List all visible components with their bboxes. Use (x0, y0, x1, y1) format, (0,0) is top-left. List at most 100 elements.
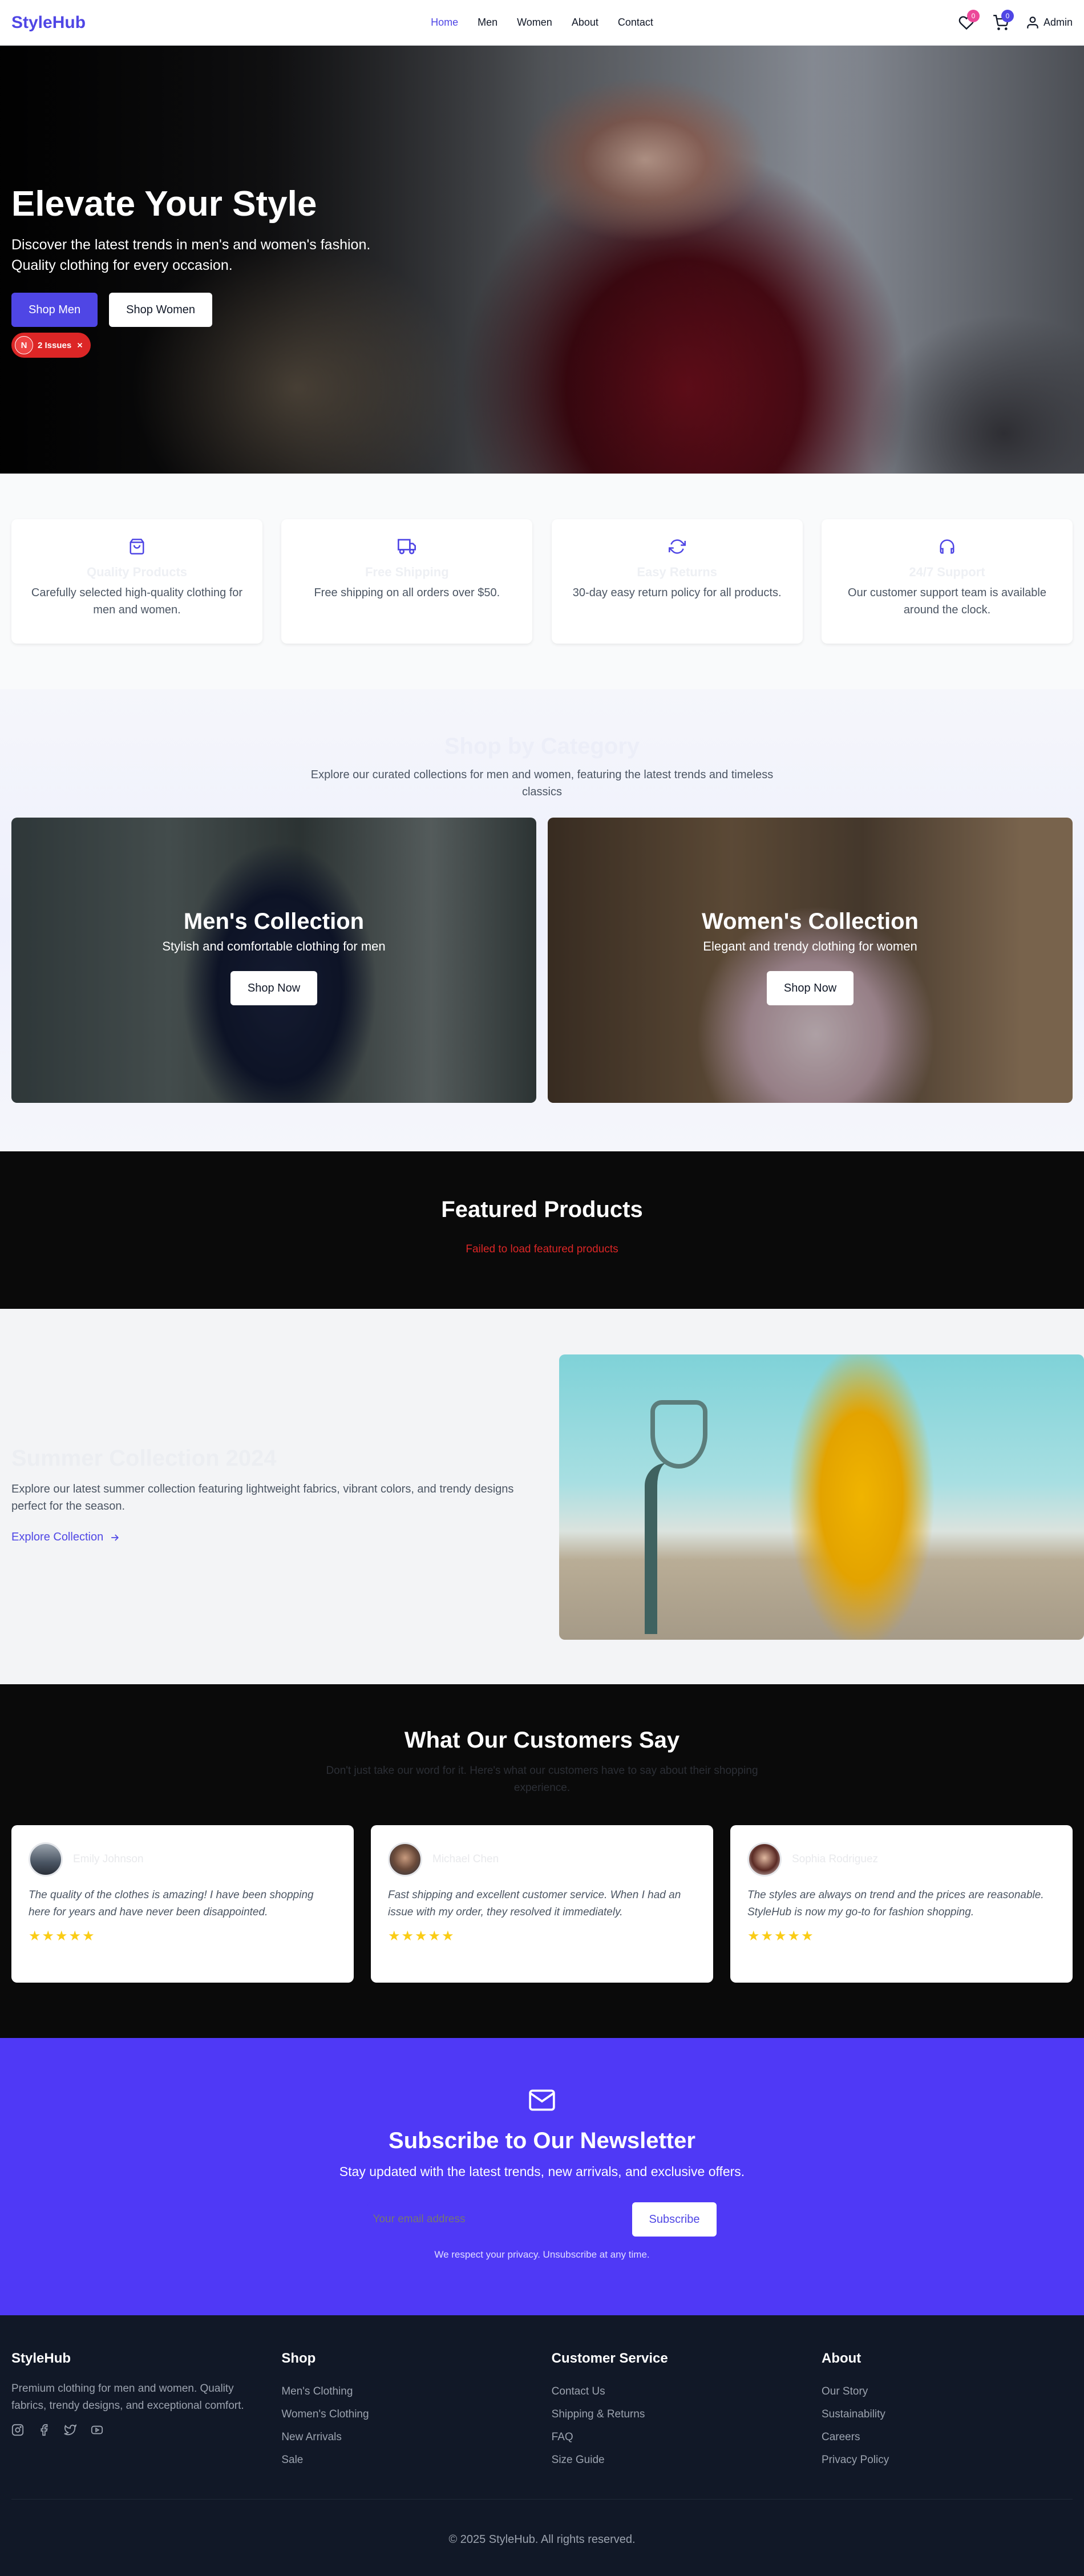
section-title: What Our Customers Say (404, 1728, 680, 1753)
close-icon[interactable] (76, 341, 84, 349)
footer-brand-desc: Premium clothing for men and women. Qual… (11, 2383, 244, 2412)
nav-link-women[interactable]: Women (517, 17, 552, 29)
shop-by-category-section: Shop by Category Explore our curated col… (0, 689, 1084, 1151)
cart-button[interactable]: 0 (991, 9, 1014, 33)
facebook-icon[interactable] (38, 2424, 50, 2436)
top-navbar: StyleHub Home Men Women About Contact 0 … (0, 0, 1084, 46)
testimonials-section: What Our Customers Say Don't just take o… (0, 1684, 1084, 2038)
feature-title: Quality Products (86, 565, 188, 579)
feature-desc: 30-day easy return policy for all produc… (572, 587, 782, 599)
footer-link-mens-clothing[interactable]: Men's Clothing (281, 2380, 532, 2403)
user-icon (1027, 16, 1038, 29)
explore-collection-link[interactable]: Explore Collection (11, 1531, 525, 1544)
cart-count-badge: 0 (1001, 9, 1014, 22)
nav-link-home[interactable]: Home (431, 17, 458, 29)
hero-subtitle-line-1: Discover the latest trends in men's and … (11, 237, 371, 253)
newsletter-title: Subscribe to Our Newsletter (389, 2128, 695, 2153)
hero-banner: Elevate Your Style Discover the latest t… (0, 46, 1084, 474)
testimonial-cards: Emily Johnson The quality of the clothes… (11, 1825, 1073, 1983)
section-desc: Explore our latest summer collection fea… (11, 1483, 514, 1513)
customer-name: Emily Johnson (73, 1853, 144, 1865)
footer-link-shipping-returns[interactable]: Shipping & Returns (552, 2403, 803, 2426)
footer-shop-column: Shop Men's Clothing Women's Clothing New… (281, 2351, 532, 2472)
nav-link-men[interactable]: Men (478, 17, 497, 29)
site-footer: StyleHub Premium clothing for men and wo… (0, 2315, 1084, 2576)
testimonial-quote: Fast shipping and excellent customer ser… (388, 1889, 681, 1918)
shop-now-women-button[interactable]: Shop Now (766, 971, 854, 1005)
feature-desc: Free shipping on all orders over $50. (314, 587, 500, 599)
section-subtitle: Explore our curated collections for men … (310, 769, 774, 798)
testimonial-card: Sophia Rodriguez The styles are always o… (730, 1825, 1073, 1983)
footer-link-privacy-policy[interactable]: Privacy Policy (822, 2449, 1073, 2472)
testimonial-quote: The quality of the clothes is amazing! I… (29, 1889, 314, 1918)
category-cards: Men's Collection Stylish and comfortable… (11, 818, 1073, 1103)
email-input[interactable] (367, 2202, 624, 2237)
nav-actions: 0 0 Admin (957, 9, 1073, 33)
issues-avatar: N (15, 336, 33, 354)
shop-women-button[interactable]: Shop Women (109, 293, 212, 327)
section-subtitle: Don't just take our word for it. Here's … (326, 1765, 758, 1794)
featured-products-section: Featured Products Failed to load feature… (0, 1151, 1084, 1309)
shop-men-button[interactable]: Shop Men (11, 293, 98, 327)
user-menu[interactable]: Admin (1025, 15, 1073, 30)
hero-buttons: Shop Men Shop Women (11, 293, 411, 327)
footer-link-new-arrivals[interactable]: New Arrivals (281, 2426, 532, 2449)
section-title: Summer Collection 2024 (11, 1446, 277, 1471)
hero-title: Elevate Your Style (11, 184, 317, 224)
footer-divider (11, 2499, 1073, 2500)
footer-link-size-guide[interactable]: Size Guide (552, 2449, 803, 2472)
wishlist-button[interactable]: 0 (957, 9, 980, 33)
subscribe-button[interactable]: Subscribe (632, 2202, 717, 2237)
footer-link-our-story[interactable]: Our Story (822, 2380, 1073, 2403)
avatar (29, 1842, 63, 1877)
privacy-note: We respect your privacy. Unsubscribe at … (434, 2249, 650, 2260)
star-rating: ★★★★★ (29, 1928, 96, 1944)
footer-link-contact-us[interactable]: Contact Us (552, 2380, 803, 2403)
footer-link-sale[interactable]: Sale (281, 2449, 532, 2472)
collection-desc: Stylish and comfortable clothing for men (162, 939, 386, 953)
footer-about-column: About Our Story Sustainability Careers P… (822, 2351, 1073, 2472)
refresh-icon (668, 539, 686, 554)
social-links (11, 2424, 262, 2436)
avatar (747, 1842, 782, 1877)
footer-link-faq[interactable]: FAQ (552, 2426, 803, 2449)
youtube-icon[interactable] (90, 2424, 104, 2436)
customer-name: Michael Chen (432, 1853, 499, 1865)
nav-link-contact[interactable]: Contact (618, 17, 653, 29)
section-title: Featured Products (441, 1197, 643, 1222)
explore-collection-label: Explore Collection (11, 1531, 104, 1543)
newsletter-form: Subscribe (0, 2202, 1084, 2237)
footer-column-title: Customer Service (551, 2351, 668, 2366)
hero-subtitle-line-2: Quality clothing for every occasion. (11, 257, 233, 273)
nav-link-about[interactable]: About (572, 17, 598, 29)
hero-content: Elevate Your Style Discover the latest t… (11, 184, 411, 358)
site-logo[interactable]: StyleHub (11, 13, 86, 33)
testimonial-quote: The styles are always on trend and the p… (747, 1889, 1044, 1918)
section-title: Shop by Category (444, 734, 640, 759)
womens-collection-card[interactable]: Women's Collection Elegant and trendy cl… (548, 818, 1073, 1103)
testimonial-card: Emily Johnson The quality of the clothes… (11, 1825, 354, 1983)
feature-desc: Our customer support team is available a… (848, 587, 1046, 616)
issues-indicator[interactable]: N 2 Issues (11, 333, 91, 358)
shop-now-men-button[interactable]: Shop Now (230, 971, 318, 1005)
mens-collection-card[interactable]: Men's Collection Stylish and comfortable… (11, 818, 536, 1103)
summer-text: Summer Collection 2024 Explore our lates… (11, 1354, 525, 1639)
testimonial-card: Michael Chen Fast shipping and excellent… (371, 1825, 713, 1983)
summer-collection-section: Summer Collection 2024 Explore our lates… (0, 1309, 1084, 1684)
shopping-bag-icon (130, 539, 144, 555)
instagram-icon[interactable] (11, 2424, 24, 2436)
feature-card: Quality Products Carefully selected high… (11, 519, 262, 644)
twitter-icon[interactable] (64, 2424, 76, 2436)
feature-card: Easy Returns 30-day easy return policy f… (551, 519, 803, 644)
arrow-right-icon (111, 1534, 119, 1541)
footer-link-womens-clothing[interactable]: Women's Clothing (281, 2403, 532, 2426)
footer-link-sustainability[interactable]: Sustainability (822, 2403, 1073, 2426)
user-name: Admin (1043, 17, 1073, 28)
hero-subtitle: Discover the latest trends in men's and … (11, 234, 411, 276)
footer-link-careers[interactable]: Careers (822, 2426, 1073, 2449)
feature-card: 24/7 Support Our customer support team i… (821, 519, 1073, 644)
feature-card: Free Shipping Free shipping on all order… (281, 519, 533, 644)
newsletter-section: Subscribe to Our Newsletter Stay updated… (0, 2038, 1084, 2315)
issues-count: 2 Issues (38, 340, 72, 350)
collection-desc: Elegant and trendy clothing for women (703, 939, 917, 953)
